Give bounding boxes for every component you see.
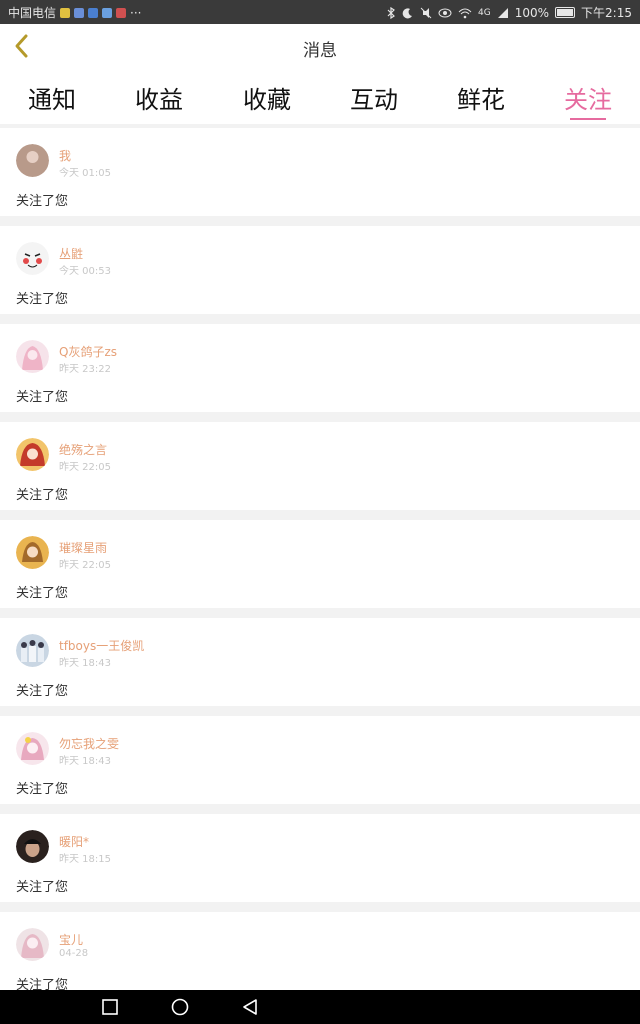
- more-notifications: ···: [130, 5, 142, 20]
- timestamp: 今天 01:05: [59, 168, 111, 179]
- battery-percent: 100%: [514, 5, 550, 20]
- title-bar: 消息: [0, 24, 640, 69]
- message-text: 关注了您: [16, 194, 69, 209]
- status-right: 4G 100% 下午2:15: [386, 4, 632, 21]
- avatar[interactable]: [16, 340, 49, 373]
- network-type: 4G: [478, 7, 491, 18]
- list-item[interactable]: 我 今天 01:05 关注了您: [0, 128, 640, 216]
- message-text: 关注了您: [16, 390, 69, 405]
- status-bar: 中国电信 ··· 4G 100% 下午2:15: [0, 0, 640, 24]
- avatar[interactable]: [16, 144, 49, 177]
- status-left: 中国电信 ···: [8, 4, 141, 21]
- user-name[interactable]: 丛鼪: [59, 245, 83, 262]
- square-icon: [102, 999, 118, 1015]
- triangle-back-icon: [243, 999, 257, 1015]
- list-item[interactable]: 丛鼪 今天 00:53 关注了您: [0, 226, 640, 314]
- user-name[interactable]: 勿忘我之雯: [59, 735, 119, 752]
- avatar[interactable]: [16, 928, 49, 961]
- avatar[interactable]: [16, 438, 49, 471]
- user-name[interactable]: 暖阳*: [59, 833, 89, 850]
- active-tab-indicator: [570, 118, 606, 120]
- app-icon: [88, 7, 99, 18]
- notification-icon: [60, 7, 71, 18]
- avatar[interactable]: [16, 634, 49, 667]
- mute-icon: [420, 7, 432, 18]
- navigation-bar: [0, 990, 640, 1024]
- tab-interaction[interactable]: 互动: [324, 80, 424, 115]
- tab-earnings[interactable]: 收益: [109, 80, 209, 115]
- list-item[interactable]: 璀璨星雨 昨天 22:05 关注了您: [0, 520, 640, 608]
- tab-favorites[interactable]: 收藏: [217, 80, 317, 115]
- avatar[interactable]: [16, 242, 49, 275]
- list-item[interactable]: Q灰鸽子zs 昨天 23:22 关注了您: [0, 324, 640, 412]
- avatar[interactable]: [16, 732, 49, 765]
- user-name[interactable]: 绝殇之言: [59, 441, 107, 458]
- app-icon: [102, 7, 113, 18]
- tab-follow[interactable]: 关注: [538, 80, 638, 115]
- avatar[interactable]: [16, 536, 49, 569]
- message-text: 关注了您: [16, 782, 69, 797]
- signal-icon: [497, 7, 508, 18]
- message-text: 关注了您: [16, 292, 69, 307]
- user-name[interactable]: 宝儿: [59, 931, 83, 948]
- app-icon: [74, 7, 85, 18]
- message-text: 关注了您: [16, 586, 69, 601]
- timestamp: 今天 00:53: [59, 266, 111, 277]
- carrier-label: 中国电信: [8, 6, 57, 20]
- tab-bar: 通知 收益 收藏 互动 鲜花 关注: [0, 68, 640, 124]
- wifi-icon: [458, 8, 472, 18]
- bluetooth-icon: [387, 6, 395, 19]
- follow-list: 我 今天 01:05 关注了您 丛鼪 今天 00:53 关注了您 Q灰鸽子zs …: [0, 128, 640, 1010]
- user-name[interactable]: 璀璨星雨: [59, 539, 107, 556]
- circle-icon: [171, 998, 189, 1016]
- timestamp: 昨天 18:43: [59, 756, 111, 767]
- timestamp: 昨天 18:43: [59, 658, 111, 669]
- user-name[interactable]: Q灰鸽子zs: [59, 343, 117, 360]
- list-item[interactable]: tfboys一王俊凯 昨天 18:43 关注了您: [0, 618, 640, 706]
- list-item[interactable]: 绝殇之言 昨天 22:05 关注了您: [0, 422, 640, 510]
- message-text: 关注了您: [16, 684, 69, 699]
- timestamp: 昨天 23:22: [59, 364, 111, 375]
- user-name[interactable]: tfboys一王俊凯: [59, 637, 144, 654]
- timestamp: 昨天 22:05: [59, 560, 111, 571]
- timestamp: 昨天 18:15: [59, 854, 111, 865]
- clock: 下午2:15: [581, 6, 632, 20]
- tab-flowers[interactable]: 鲜花: [431, 80, 531, 115]
- list-item[interactable]: 暖阳* 昨天 18:15 关注了您: [0, 814, 640, 902]
- user-name[interactable]: 我: [59, 147, 71, 164]
- back-nav-button[interactable]: [240, 997, 260, 1017]
- message-text: 关注了您: [16, 880, 69, 895]
- page-title: 消息: [303, 41, 337, 61]
- list-item[interactable]: 宝儿 04-28 关注了您: [0, 912, 640, 1000]
- battery-icon: [555, 7, 576, 18]
- message-text: 关注了您: [16, 488, 69, 503]
- recent-apps-button[interactable]: [100, 997, 120, 1017]
- home-button[interactable]: [170, 997, 190, 1017]
- eye-icon: [438, 8, 452, 17]
- timestamp: 04-28: [59, 948, 89, 959]
- tab-notice[interactable]: 通知: [2, 80, 102, 115]
- list-item[interactable]: 勿忘我之雯 昨天 18:43 关注了您: [0, 716, 640, 804]
- timestamp: 昨天 22:05: [59, 462, 111, 473]
- app-icon: [116, 7, 127, 18]
- avatar[interactable]: [16, 830, 49, 863]
- moon-icon: [402, 7, 413, 18]
